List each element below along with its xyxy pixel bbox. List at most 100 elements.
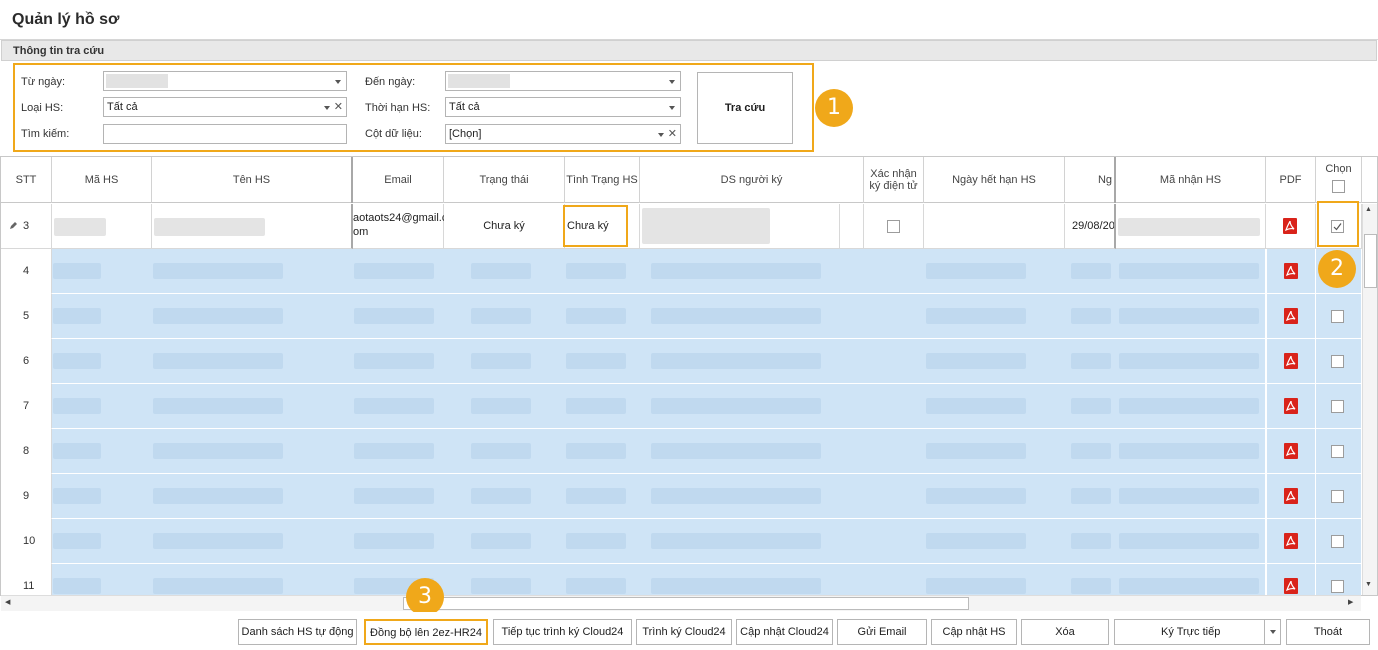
update-hs-button[interactable]: Cập nhật HS bbox=[931, 619, 1017, 645]
row-select-checkbox[interactable] bbox=[1331, 310, 1344, 323]
table-row[interactable]: 4 bbox=[1, 249, 1363, 294]
table-row[interactable]: 5 bbox=[1, 294, 1363, 339]
row-pdf[interactable] bbox=[1266, 474, 1316, 519]
pdf-icon[interactable] bbox=[1284, 263, 1298, 279]
row-pdf[interactable] bbox=[1266, 384, 1316, 429]
table-row[interactable]: 3 aotaots24@gmail.c om Chưa ký Chưa ký 2… bbox=[1, 204, 1363, 249]
col-select[interactable]: Chọn bbox=[1316, 157, 1362, 203]
row-data-cells[interactable] bbox=[52, 294, 1266, 339]
pdf-icon[interactable] bbox=[1284, 308, 1298, 324]
table-row[interactable]: 6 bbox=[1, 339, 1363, 384]
row-select[interactable] bbox=[1316, 339, 1362, 384]
type-select[interactable]: Tất cả ✕ bbox=[103, 97, 347, 117]
horizontal-scroll-thumb[interactable] bbox=[403, 597, 969, 610]
delete-button[interactable]: Xóa bbox=[1021, 619, 1109, 645]
table-row[interactable]: 8 bbox=[1, 429, 1363, 474]
sign-direct-button[interactable]: Ký Trực tiếp bbox=[1114, 619, 1281, 645]
clear-icon[interactable]: ✕ bbox=[668, 127, 677, 140]
row-select-checkbox[interactable] bbox=[1331, 580, 1344, 593]
row-select-checkbox[interactable] bbox=[1331, 400, 1344, 413]
row-pdf[interactable] bbox=[1266, 564, 1316, 595]
col-email[interactable]: Email bbox=[353, 157, 444, 203]
row-code[interactable] bbox=[52, 204, 152, 249]
row-data-cells[interactable] bbox=[52, 564, 1266, 595]
row-pdf[interactable] bbox=[1266, 249, 1316, 294]
horizontal-scrollbar[interactable]: ◀ ▶ bbox=[1, 595, 1361, 611]
dropdown-arrow-icon[interactable] bbox=[669, 106, 675, 110]
row-select-checkbox[interactable] bbox=[1331, 535, 1344, 548]
row-select[interactable] bbox=[1316, 564, 1362, 595]
row-data-cells[interactable] bbox=[52, 429, 1266, 474]
row-pdf[interactable] bbox=[1266, 429, 1316, 474]
update-cloud-button[interactable]: Cập nhật Cloud24 bbox=[736, 619, 833, 645]
table-row[interactable]: 9 bbox=[1, 474, 1363, 519]
keyword-input[interactable] bbox=[103, 124, 347, 144]
row-pdf[interactable] bbox=[1266, 204, 1316, 249]
table-row[interactable]: 7 bbox=[1, 384, 1363, 429]
dropdown-arrow-icon[interactable] bbox=[335, 80, 341, 84]
col-e-confirm[interactable]: Xác nhận ký điện tử bbox=[864, 157, 924, 203]
search-button[interactable]: Tra cứu bbox=[697, 72, 793, 144]
row-select[interactable] bbox=[1316, 519, 1362, 564]
col-record-status[interactable]: Tình Trạng HS bbox=[565, 157, 640, 203]
row-data-cells[interactable] bbox=[52, 519, 1266, 564]
col-date[interactable]: Ng bbox=[1065, 157, 1116, 203]
select-all-checkbox[interactable] bbox=[1332, 180, 1345, 193]
row-select-checkbox[interactable] bbox=[1331, 490, 1344, 503]
col-receive-code[interactable]: Mã nhận HS bbox=[1116, 157, 1266, 203]
send-email-button[interactable]: Gửi Email bbox=[837, 619, 927, 645]
row-date[interactable]: 29/08/20 bbox=[1065, 204, 1116, 249]
row-select[interactable] bbox=[1316, 429, 1362, 474]
row-pdf[interactable] bbox=[1266, 339, 1316, 384]
dropdown-arrow-icon[interactable] bbox=[669, 80, 675, 84]
pdf-icon[interactable] bbox=[1284, 443, 1298, 459]
sign-direct-dropdown[interactable] bbox=[1264, 620, 1280, 644]
vertical-scroll-thumb[interactable] bbox=[1364, 234, 1377, 288]
row-select[interactable] bbox=[1316, 384, 1362, 429]
pdf-icon[interactable] bbox=[1284, 353, 1298, 369]
row-select[interactable] bbox=[1316, 474, 1362, 519]
table-row[interactable]: 11 bbox=[1, 564, 1363, 595]
clear-icon[interactable]: ✕ bbox=[334, 100, 343, 113]
from-date-field[interactable] bbox=[103, 71, 347, 91]
continue-sign-button[interactable]: Tiếp tục trình ký Cloud24 bbox=[493, 619, 632, 645]
vertical-scrollbar[interactable]: ▲ ▼ bbox=[1362, 204, 1377, 595]
row-pdf[interactable] bbox=[1266, 294, 1316, 339]
pdf-icon[interactable] bbox=[1283, 218, 1297, 234]
row-e-confirm[interactable] bbox=[864, 204, 924, 249]
scroll-up-icon[interactable]: ▲ bbox=[1365, 206, 1372, 213]
pdf-icon[interactable] bbox=[1284, 398, 1298, 414]
row-status[interactable]: Chưa ký bbox=[444, 204, 565, 249]
pdf-icon[interactable] bbox=[1284, 578, 1298, 594]
term-select[interactable]: Tất cả bbox=[445, 97, 681, 117]
row-expiry[interactable] bbox=[924, 204, 1065, 249]
row-data-cells[interactable] bbox=[52, 249, 1266, 294]
e-confirm-checkbox[interactable] bbox=[887, 220, 900, 233]
row-data-cells[interactable] bbox=[52, 339, 1266, 384]
row-email[interactable]: aotaots24@gmail.c om bbox=[353, 204, 447, 249]
row-data-cells[interactable] bbox=[52, 474, 1266, 519]
row-select-checkbox[interactable] bbox=[1331, 355, 1344, 368]
col-code[interactable]: Mã HS bbox=[52, 157, 152, 203]
table-row[interactable]: 10 bbox=[1, 519, 1363, 564]
submit-sign-button[interactable]: Trình ký Cloud24 bbox=[636, 619, 732, 645]
col-expiry[interactable]: Ngày hết hạn HS bbox=[924, 157, 1065, 203]
row-data-cells[interactable] bbox=[52, 384, 1266, 429]
col-name[interactable]: Tên HS bbox=[152, 157, 353, 203]
scroll-left-icon[interactable]: ◀ bbox=[5, 598, 10, 606]
exit-button[interactable]: Thoát bbox=[1286, 619, 1370, 645]
sync-button[interactable]: Đồng bộ lên 2ez-HR24 bbox=[364, 619, 488, 645]
row-signers[interactable] bbox=[640, 204, 840, 249]
row-receive-code[interactable] bbox=[1116, 204, 1266, 249]
dropdown-arrow-icon[interactable] bbox=[324, 106, 330, 110]
col-stt[interactable]: STT bbox=[1, 157, 52, 203]
auto-list-button[interactable]: Danh sách HS tự động bbox=[238, 619, 357, 645]
row-name[interactable] bbox=[152, 204, 353, 249]
row-select[interactable] bbox=[1316, 294, 1362, 339]
col-pdf[interactable]: PDF bbox=[1266, 157, 1316, 203]
dropdown-arrow-icon[interactable] bbox=[658, 133, 664, 137]
column-select[interactable]: [Chọn] ✕ bbox=[445, 124, 681, 144]
pdf-icon[interactable] bbox=[1284, 488, 1298, 504]
col-status[interactable]: Trạng thái bbox=[444, 157, 565, 203]
pdf-icon[interactable] bbox=[1284, 533, 1298, 549]
